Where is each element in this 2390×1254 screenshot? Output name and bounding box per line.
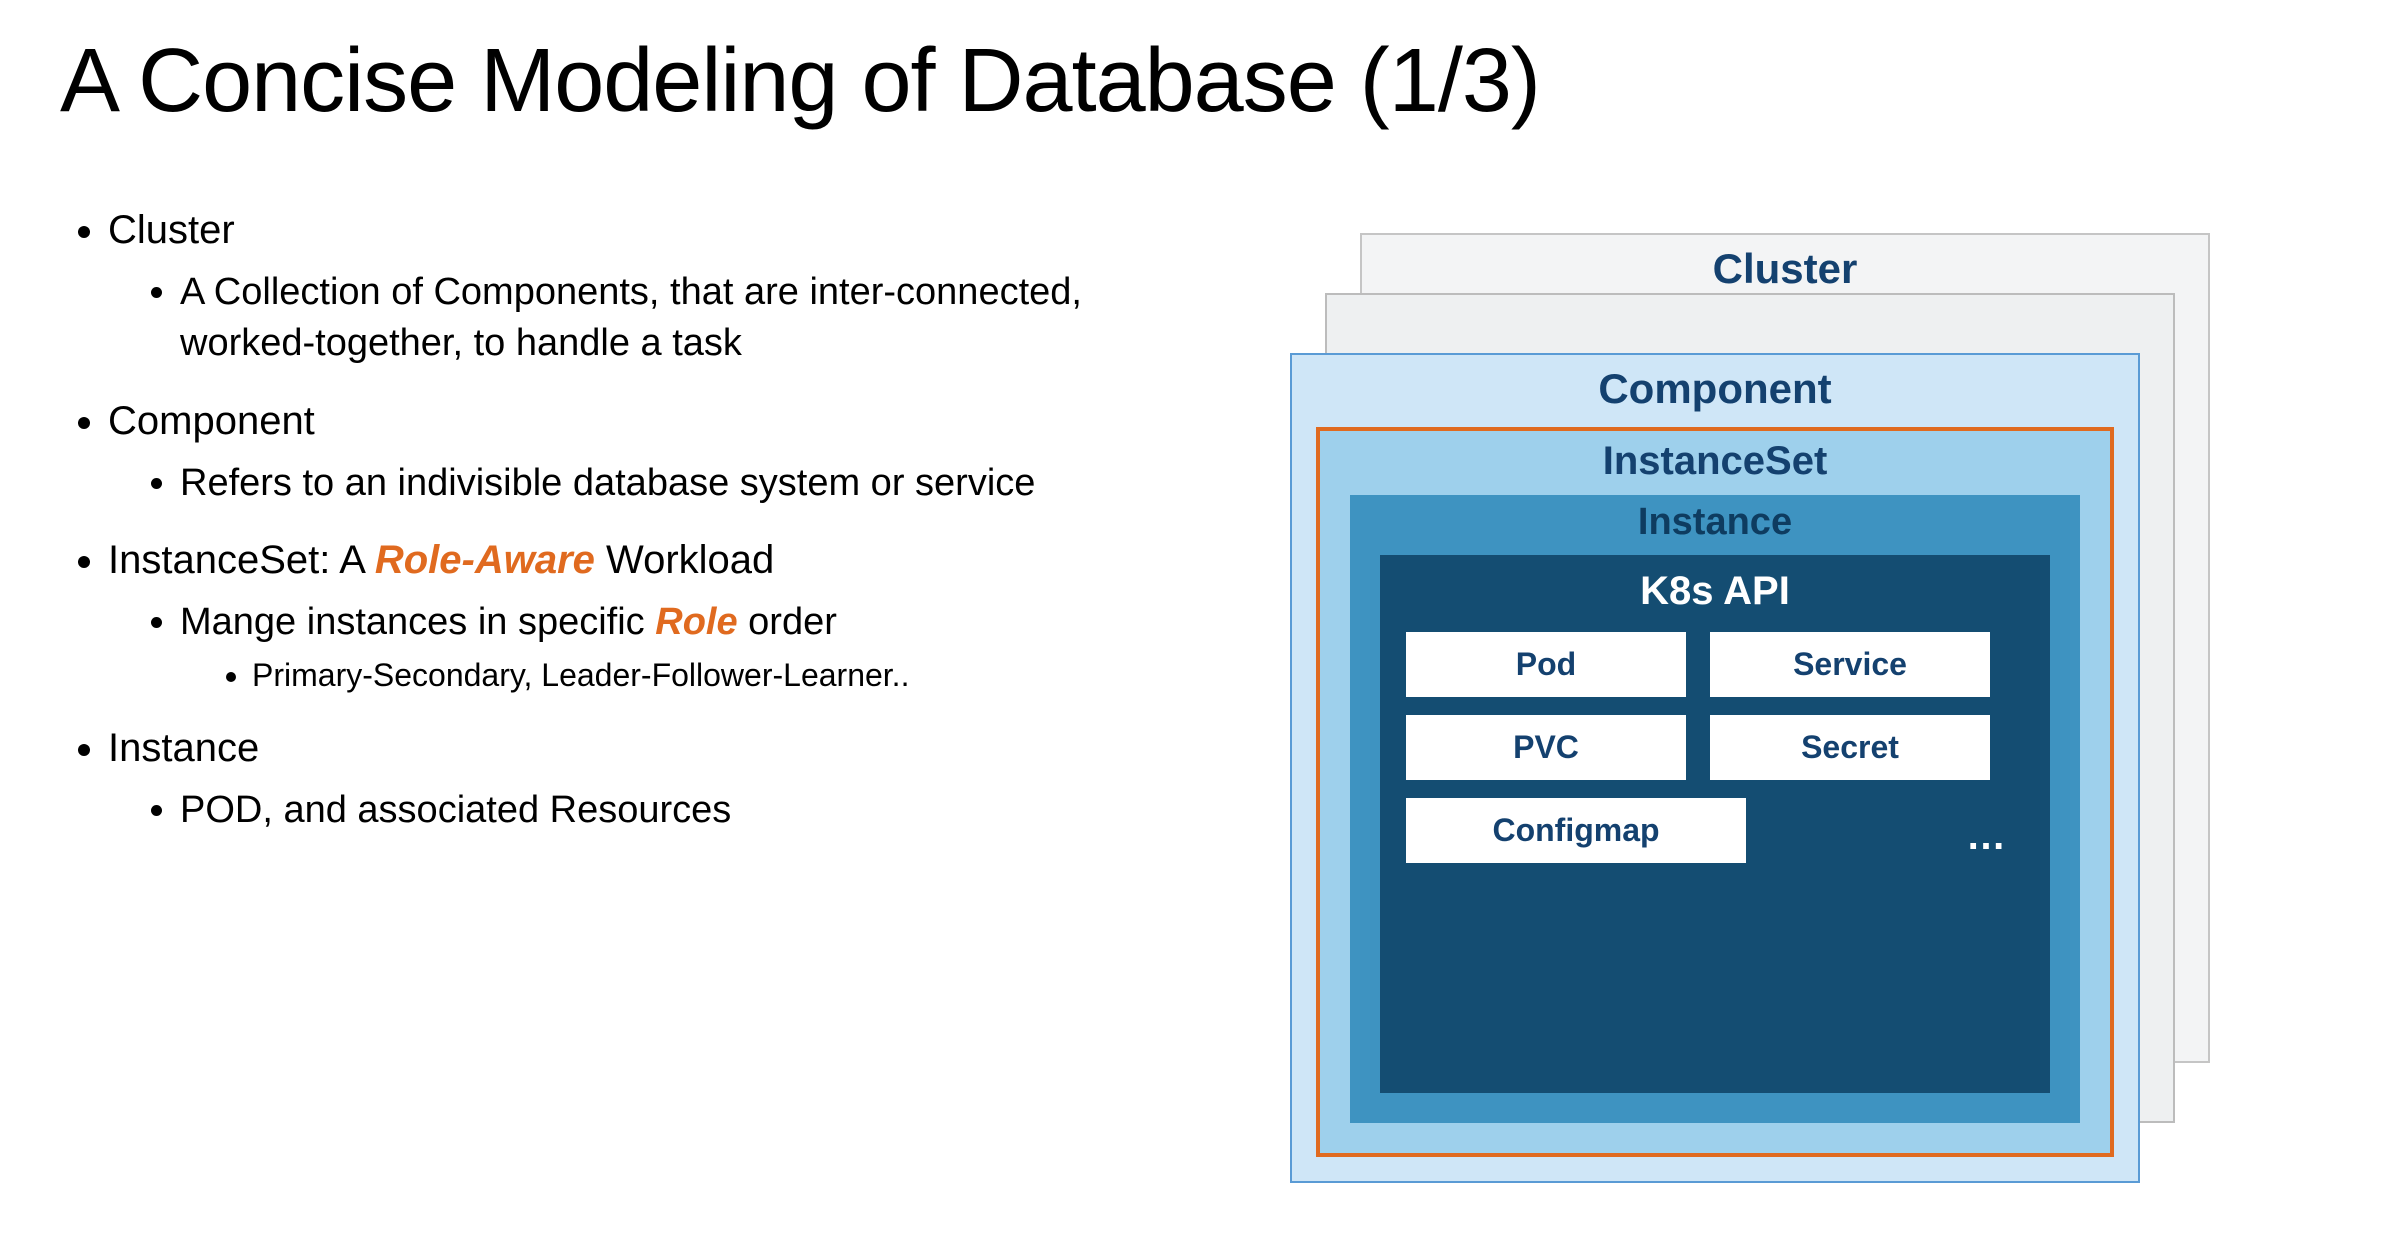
bullet-instanceset-title-suffix: Workload — [595, 538, 774, 582]
api-item-configmap: Configmap — [1406, 798, 1746, 863]
diagram-column: Cluster Component InstanceSet Instance K… — [1160, 203, 2330, 1103]
bullet-instanceset-sub-suffix: order — [738, 601, 837, 643]
bullet-instanceset-sub-prefix: Mange instances in specific — [180, 601, 655, 643]
bullet-instanceset-title-prefix: InstanceSet: A — [108, 538, 375, 582]
bullet-instanceset-sub: Mange instances in specific Role order P… — [180, 597, 1160, 697]
instanceset-box: InstanceSet Instance K8s API Pod Service… — [1316, 427, 2114, 1157]
api-item-secret: Secret — [1710, 715, 1990, 780]
architecture-diagram: Cluster Component InstanceSet Instance K… — [1290, 233, 2210, 1133]
bullet-cluster-desc: A Collection of Components, that are int… — [180, 267, 1160, 370]
bullet-cluster: Cluster A Collection of Components, that… — [108, 203, 1160, 370]
instance-box: Instance K8s API Pod Service PVC Secret — [1350, 495, 2080, 1123]
bullet-instanceset-subsub: Primary-Secondary, Leader-Follower-Learn… — [252, 654, 1160, 697]
bullet-cluster-title: Cluster — [108, 208, 235, 252]
content-row: Cluster A Collection of Components, that… — [60, 203, 2330, 1103]
bullet-instance-title: Instance — [108, 726, 259, 770]
text-column: Cluster A Collection of Components, that… — [60, 203, 1160, 861]
instance-label: Instance — [1350, 501, 2080, 544]
k8s-api-label: K8s API — [1406, 569, 2024, 614]
api-item-service: Service — [1710, 632, 1990, 697]
k8s-api-box: K8s API Pod Service PVC Secret Configmap — [1380, 555, 2050, 1093]
slide-title: A Concise Modeling of Database (1/3) — [60, 30, 2330, 133]
bullet-instance: Instance POD, and associated Resources — [108, 721, 1160, 836]
cluster-label: Cluster — [1362, 245, 2208, 293]
bullet-component: Component Refers to an indivisible datab… — [108, 394, 1160, 509]
bullet-component-title: Component — [108, 399, 315, 443]
component-box: Component InstanceSet Instance K8s API P… — [1290, 353, 2140, 1183]
api-item-pod: Pod — [1406, 632, 1686, 697]
bullet-instance-desc: POD, and associated Resources — [180, 785, 1160, 836]
api-ellipsis: … — [1966, 814, 2024, 863]
bullet-component-desc: Refers to an indivisible database system… — [180, 458, 1160, 509]
bullet-instanceset-title-emph: Role-Aware — [375, 538, 595, 582]
api-item-pvc: PVC — [1406, 715, 1686, 780]
instanceset-label: InstanceSet — [1320, 439, 2110, 484]
k8s-api-grid: Pod Service PVC Secret — [1406, 632, 2024, 780]
slide: A Concise Modeling of Database (1/3) Clu… — [0, 0, 2390, 1254]
bullet-instanceset: InstanceSet: A Role-Aware Workload Mange… — [108, 533, 1160, 697]
component-label: Component — [1292, 365, 2138, 413]
bullet-instanceset-sub-emph: Role — [655, 601, 737, 643]
